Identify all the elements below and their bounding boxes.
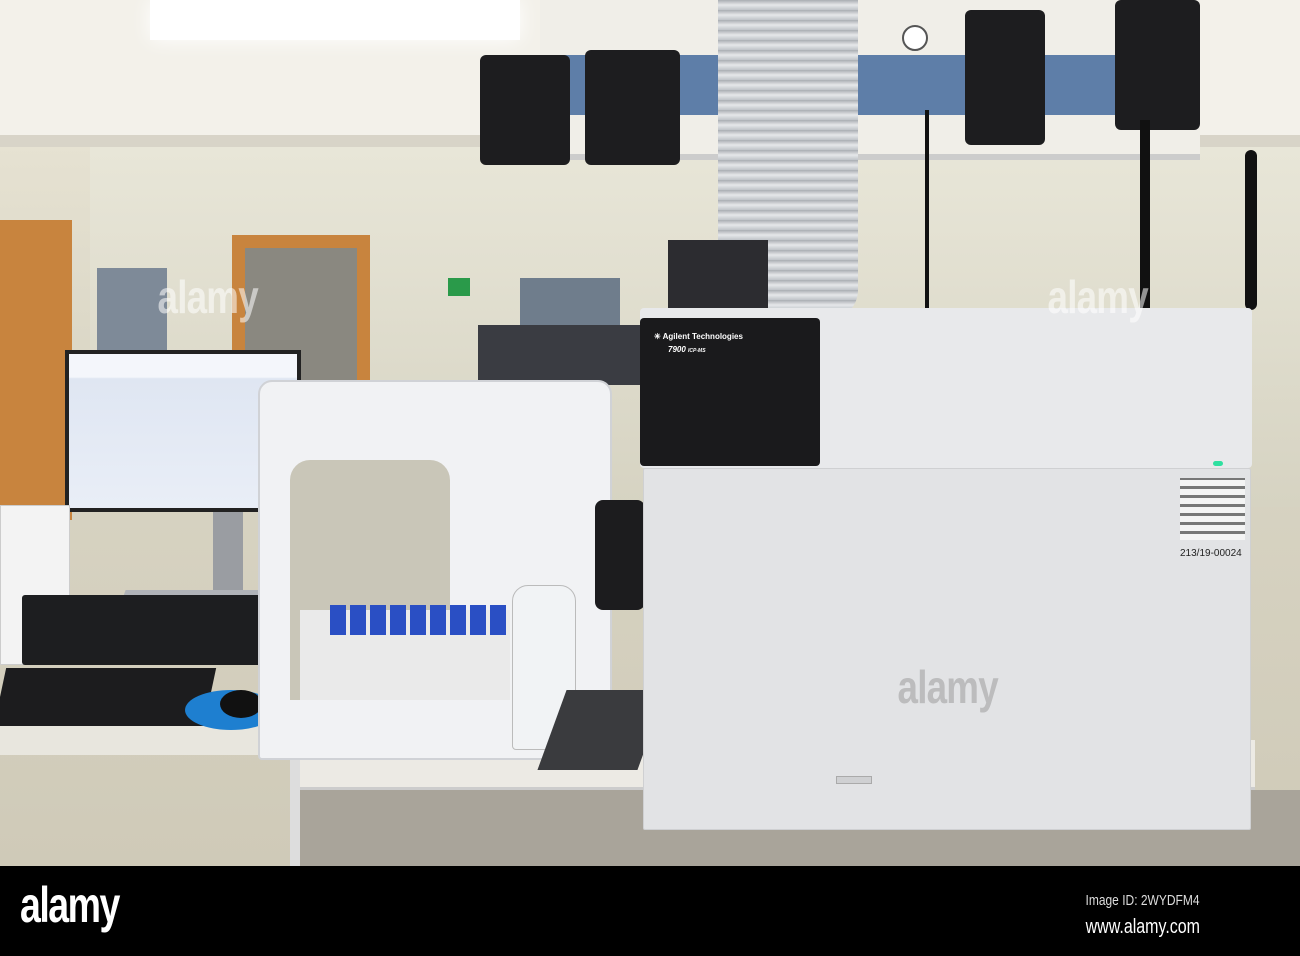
icp-ms-front-panel: ✳ Agilent Technologies 7900 ICP-MS — [640, 318, 820, 466]
exhaust-hood — [480, 55, 570, 165]
model-sub-text: ICP-MS — [688, 348, 706, 354]
lab-photo: ✳ Agilent Technologies 7900 ICP-MS 213/1… — [0, 0, 1300, 866]
watermark: alamy — [157, 271, 259, 323]
cabinet — [520, 278, 620, 328]
vial-caps — [330, 605, 510, 635]
monitor-stand — [213, 512, 243, 597]
cable — [1245, 150, 1257, 310]
door-left — [0, 220, 72, 520]
barcode-labels — [1180, 478, 1245, 540]
cable — [925, 110, 929, 310]
exhaust-hood — [1115, 0, 1200, 130]
agilent-logo-icon: ✳ — [654, 332, 663, 341]
mouse — [220, 690, 262, 718]
icp-ms-body — [643, 468, 1251, 830]
brand-text: Agilent Technologies — [662, 332, 743, 341]
rear-unit — [478, 325, 653, 385]
site-url: www.alamy.com — [1085, 916, 1200, 938]
keyboard — [0, 668, 217, 726]
exhaust-hood — [585, 50, 680, 165]
footer-bar: alamy Image ID: 2WYDFM4 www.alamy.com — [0, 866, 1300, 956]
image-id: Image ID: 2WYDFM4 — [1085, 892, 1200, 909]
status-led — [1213, 461, 1223, 466]
pressure-gauge — [902, 25, 928, 51]
serial-label: 213/19-00024 — [1180, 548, 1242, 559]
pump-unit — [595, 500, 645, 610]
ceiling-light — [150, 0, 520, 40]
exhaust-hood — [965, 10, 1045, 145]
brand-label: ✳ Agilent Technologies — [654, 332, 820, 341]
power-button[interactable] — [836, 776, 872, 784]
watermark: alamy — [1047, 271, 1149, 323]
model-text: 7900 — [668, 345, 686, 354]
alamy-logo: alamy — [20, 877, 120, 933]
watermark: alamy — [897, 661, 999, 713]
exit-sign — [448, 278, 470, 296]
